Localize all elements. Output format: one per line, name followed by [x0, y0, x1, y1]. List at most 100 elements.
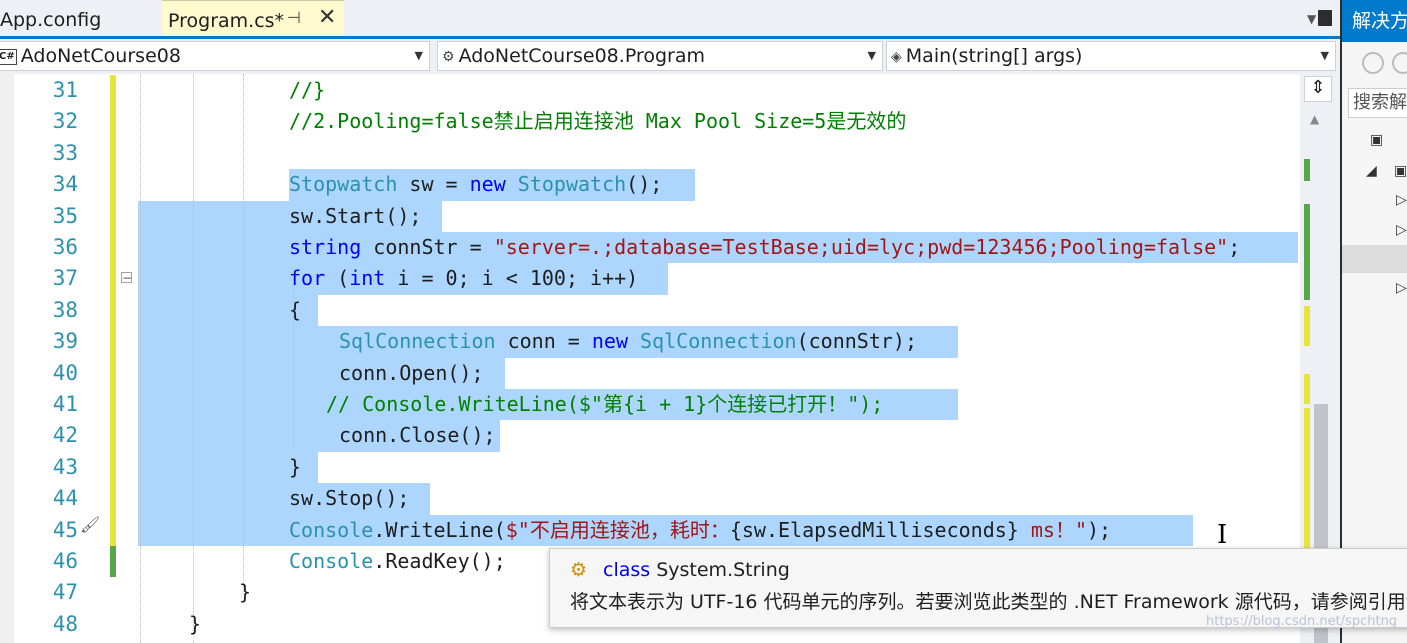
change-indicator	[110, 451, 116, 484]
code-token: "server=.;database=TestBase;uid=lyc;pwd=…	[493, 235, 1229, 259]
expand-right-icon[interactable]: ▷	[1396, 192, 1407, 208]
code-line[interactable]: }	[189, 609, 201, 640]
member-name: Main(string[] args)	[905, 45, 1083, 67]
code-token: }	[289, 454, 302, 479]
line-number: 44	[52, 486, 78, 511]
code-line[interactable]: conn.Close();	[339, 420, 496, 451]
change-indicator	[110, 169, 116, 201]
code-line[interactable]: for (int i = 0; i < 100; i++)	[289, 263, 638, 294]
code-token: {	[289, 297, 302, 322]
tab-app-config[interactable]: App.config	[0, 0, 160, 36]
member-dropdown[interactable]: ◈ Main(string[] args) ▼	[886, 41, 1336, 71]
code-line[interactable]: sw.Stop();	[289, 483, 409, 514]
code-line[interactable]: sw.Start();	[289, 201, 421, 232]
selected-tree-item[interactable]	[1342, 245, 1407, 273]
tab-program-cs[interactable]: Program.cs*	[162, 0, 344, 36]
back-icon[interactable]	[1362, 52, 1384, 74]
code-line[interactable]: string connStr = "server=.;database=Test…	[289, 232, 1240, 263]
tab-label: App.config	[0, 9, 102, 31]
change-indicator	[110, 232, 116, 264]
code-line[interactable]: }	[239, 577, 251, 608]
code-line[interactable]: SqlConnection conn = new SqlConnection(c…	[339, 326, 917, 357]
code-token: new	[591, 329, 628, 354]
split-window-icon[interactable]: ⇕	[1304, 76, 1332, 102]
code-line[interactable]: Console.ReadKey();	[289, 546, 506, 577]
indent-guide	[243, 74, 244, 594]
solution-search-input[interactable]: 搜索解决方案资源管理器	[1348, 88, 1407, 118]
class-dropdown[interactable]: ⚙ AdoNetCourse08.Program ▼	[437, 41, 883, 71]
code-token: Console	[289, 517, 374, 542]
change-indicator	[110, 514, 116, 546]
code-token: (	[325, 266, 350, 291]
code-token: conn.Open();	[339, 360, 484, 385]
project-dropdown[interactable]: C# AdoNetCourse08 ▼	[0, 41, 430, 71]
expand-right-icon[interactable]: ▷	[1396, 280, 1407, 296]
class-icon: ⚙	[442, 48, 455, 65]
change-indicator	[110, 483, 116, 515]
chevron-down-icon: ▼	[1320, 49, 1329, 62]
collapse-toggle-icon[interactable]: −	[121, 272, 132, 284]
code-token: // Console.WriteLine($"第{i + 1}个连接已打开！")…	[326, 392, 884, 416]
line-number: 43	[52, 454, 78, 479]
tooltip-keyword: class	[603, 559, 651, 581]
code-token: }	[189, 611, 202, 636]
change-indicator	[110, 546, 116, 578]
change-marker	[1304, 306, 1310, 346]
code-token: connStr =	[361, 235, 494, 259]
change-indicator	[110, 294, 116, 327]
code-token: //}	[289, 78, 326, 102]
quick-action-brush-icon[interactable]: 🖌	[80, 515, 100, 534]
tooltip-signature: class System.String	[603, 557, 790, 583]
expand-right-icon[interactable]: ▷	[1396, 222, 1407, 238]
line-number: 38	[52, 297, 78, 322]
change-marker	[1304, 408, 1310, 548]
line-number: 48	[52, 611, 78, 636]
code-token: i = 0; i < 100; i++)	[385, 266, 639, 291]
close-icon[interactable]: ✕	[318, 6, 336, 30]
code-line[interactable]: //}	[289, 75, 325, 106]
change-indicator	[110, 420, 116, 452]
code-line[interactable]: }	[289, 452, 301, 483]
line-number: 32	[52, 109, 78, 134]
code-token: sw =	[397, 172, 470, 197]
code-token: //2.Pooling=false禁止启用连接池 Max Pool Size=5…	[289, 109, 907, 134]
line-number: 40	[52, 360, 78, 385]
solution-explorer-panel: 解决方案资源管理器 搜索解决方案资源管理器 ▣ ◢ ▣ ▷ ▷ ▷	[1340, 0, 1407, 643]
document-tab-bar: App.config Program.cs* ⊣ ✕ ▼	[0, 0, 1340, 39]
change-marker	[1304, 374, 1310, 404]
csharp-project-icon: C#	[0, 48, 17, 65]
tooltip-description: 将文本表示为 UTF-16 代码单元的序列。若要浏览此类型的 .NET Fram…	[570, 591, 1407, 613]
code-line[interactable]: Console.WriteLine($"不启用连接池，耗时：{sw.Elapse…	[289, 515, 1111, 546]
change-indicator	[110, 137, 116, 170]
code-token: (connStr);	[796, 329, 918, 354]
expand-down-icon[interactable]: ◢	[1366, 163, 1377, 179]
code-line[interactable]: //2.Pooling=false禁止启用连接池 Max Pool Size=5…	[289, 106, 906, 137]
line-number: 34	[52, 172, 78, 197]
code-token: ();	[626, 172, 663, 197]
tooltip-type: System.String	[656, 559, 790, 581]
code-token: sw.Start();	[289, 203, 422, 228]
method-icon: ◈	[891, 48, 902, 65]
line-number: 37	[52, 266, 78, 291]
tab-overflow-dropdown-icon[interactable]: ▼	[1307, 12, 1316, 26]
change-indicator	[110, 75, 116, 107]
scroll-up-icon[interactable]: ▲	[1310, 112, 1319, 126]
forward-icon[interactable]	[1392, 52, 1407, 74]
code-line[interactable]: {	[289, 295, 301, 326]
code-line[interactable]: // Console.WriteLine($"第{i + 1}个连接已打开！")…	[326, 389, 883, 420]
editor-margin	[0, 74, 14, 643]
pin-icon[interactable]: ⊣	[287, 8, 301, 28]
code-line[interactable]: Stopwatch sw = new Stopwatch();	[289, 169, 662, 200]
code-token: ;	[1228, 235, 1241, 259]
code-token: $"不启用连接池，耗时：	[505, 517, 730, 542]
window-control-icon[interactable]	[1318, 10, 1332, 26]
line-number: 47	[52, 580, 78, 605]
text-cursor-icon: I	[1217, 520, 1228, 550]
code-token: .WriteLine(	[373, 517, 506, 542]
code-token: .ReadKey();	[373, 549, 506, 573]
change-indicator	[110, 326, 116, 358]
change-marker	[1304, 204, 1310, 300]
code-token: Stopwatch	[289, 172, 398, 197]
code-line[interactable]: conn.Open();	[339, 358, 484, 389]
